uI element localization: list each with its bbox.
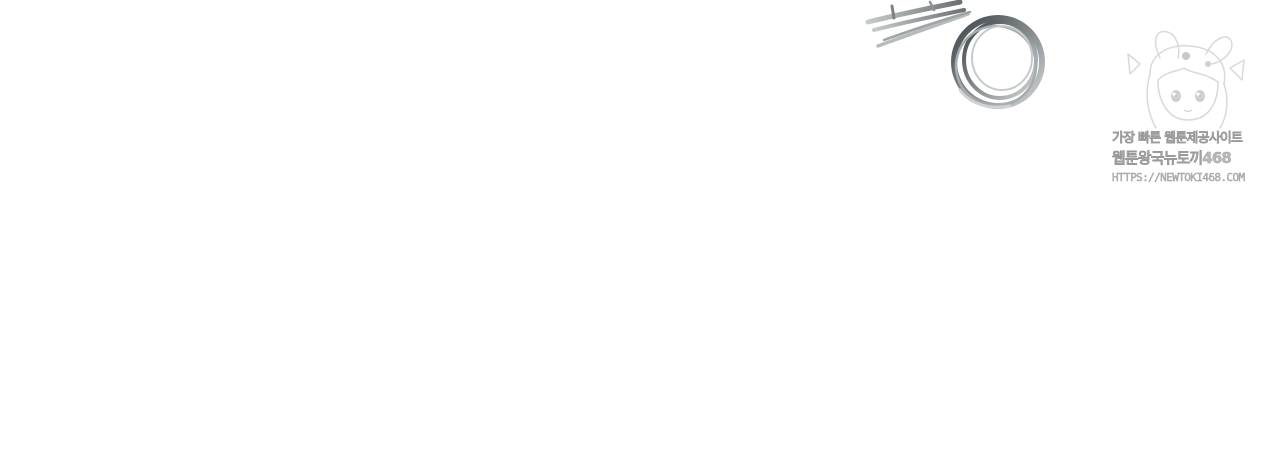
- comic-panel: 가장 빠른 웹툰제공사이트 웹툰왕국뉴토끼468 HTTPS://NEWTOKI…: [0, 0, 1280, 468]
- watermark-url: HTTPS://NEWTOKI468.COM: [1112, 171, 1246, 184]
- watermark-text: 가장 빠른 웹툰제공사이트 웹툰왕국뉴토끼468 HTTPS://NEWTOKI…: [1112, 132, 1248, 183]
- bunny-mascot-icon: [1127, 30, 1245, 129]
- site-watermark: 가장 빠른 웹툰제공사이트 웹툰왕국뉴토끼468 HTTPS://NEWTOKI…: [1112, 24, 1250, 194]
- watermark-site-name: 웹툰왕국뉴토끼468: [1112, 149, 1232, 167]
- brush-ring-glyph: [951, 15, 1045, 109]
- brush-stroke-sound-effect: [865, 0, 1045, 109]
- watermark-tagline: 가장 빠른 웹툰제공사이트: [1112, 131, 1243, 146]
- brush-dash-strokes: [865, 0, 972, 48]
